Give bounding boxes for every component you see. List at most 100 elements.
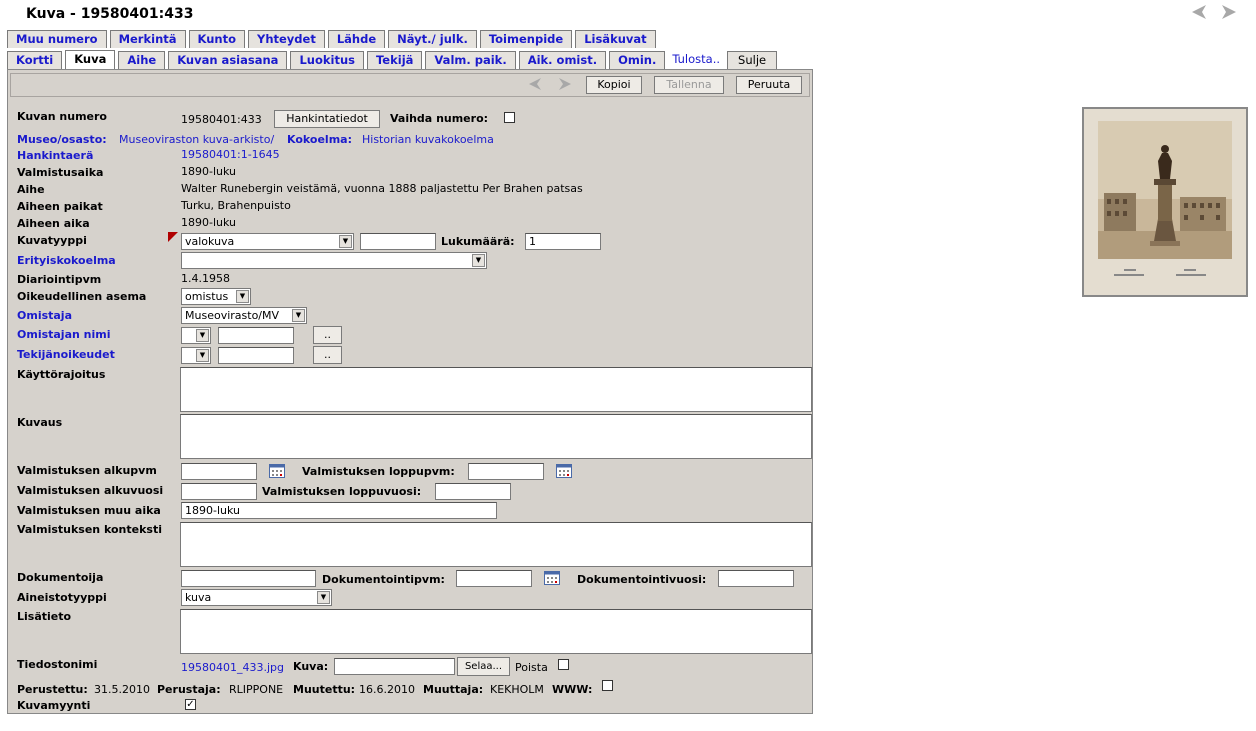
end-date-label: Valmistuksen loppupvm: (302, 465, 455, 478)
created-value: 31.5.2010 (94, 683, 150, 696)
chevron-down-icon: ▼ (196, 349, 209, 362)
print-link[interactable]: Tulosta.. (668, 51, 724, 68)
copyright-lookup-button[interactable]: .. (313, 346, 342, 364)
calendar-icon[interactable] (556, 464, 572, 478)
owner-name-label: Omistajan nimi (17, 328, 111, 341)
tab-kortti[interactable]: Kortti (7, 51, 63, 69)
tab-muu-numero[interactable]: Muu numero (7, 30, 107, 48)
additional-info-label: Lisätieto (17, 610, 72, 623)
cancel-button[interactable]: Peruuta (736, 76, 802, 94)
calendar-icon[interactable] (544, 571, 560, 585)
tab-yhteydet[interactable]: Yhteydet (248, 30, 325, 48)
special-collection-select[interactable]: ▼ (181, 252, 487, 269)
prev-arrow-icon[interactable] (527, 77, 543, 91)
usage-restriction-textarea[interactable] (180, 367, 812, 412)
collection-label: Kokoelma: (287, 133, 352, 146)
file-name-link[interactable]: 19580401_433.jpg (181, 661, 284, 674)
documentation-year-input[interactable] (718, 570, 794, 587)
owner-name-input[interactable] (218, 327, 294, 344)
acquisition-batch-label: Hankintaerä (17, 149, 94, 162)
delete-label: Poista (515, 661, 548, 674)
creation-time-label: Valmistusaika (17, 166, 104, 179)
owner-label: Omistaja (17, 309, 73, 322)
image-type-extra-input[interactable] (360, 233, 436, 250)
image-type-select[interactable]: valokuva ▼ (181, 233, 354, 250)
museum-link[interactable]: Museoviraston kuva-arkisto/ (119, 133, 274, 146)
copyright-label: Tekijänoikeudet (17, 348, 115, 361)
quantity-input[interactable]: 1 (525, 233, 601, 250)
tab-tekija[interactable]: Tekijä (366, 51, 423, 69)
start-year-label: Valmistuksen alkuvuosi (17, 484, 164, 497)
required-marker (168, 232, 178, 242)
subject-places-label: Aiheen paikat (17, 200, 103, 213)
created-label: Perustettu: (17, 683, 88, 696)
start-date-input[interactable] (181, 463, 257, 480)
museum-label: Museo/osasto: (17, 133, 107, 146)
creator-label: Perustaja: (157, 683, 221, 696)
subject-label: Aihe (17, 183, 45, 196)
image-upload-input[interactable] (334, 658, 455, 675)
additional-info-textarea[interactable] (180, 609, 812, 654)
tab-nayt-julk[interactable]: Näyt./ julk. (388, 30, 477, 48)
owner-name-lookup-button[interactable]: .. (313, 326, 342, 344)
save-button[interactable]: Tallenna (654, 76, 724, 94)
modifier-label: Muuttaja: (423, 683, 484, 696)
delete-checkbox[interactable] (558, 659, 569, 670)
copy-button[interactable]: Kopioi (586, 76, 642, 94)
other-time-input[interactable]: 1890-luku (181, 502, 497, 519)
usage-restriction-label: Käyttörajoitus (17, 368, 106, 381)
owner-select[interactable]: Museovirasto/MV ▼ (181, 307, 307, 324)
documentation-date-input[interactable] (456, 570, 532, 587)
tab-lahde[interactable]: Lähde (327, 30, 386, 48)
tab-lisakuvat[interactable]: Lisäkuvat (575, 30, 656, 48)
chevron-down-icon: ▼ (196, 329, 209, 342)
tab-kuva[interactable]: Kuva (65, 50, 116, 71)
tab-kuvan-asiasana[interactable]: Kuvan asiasana (168, 51, 288, 69)
modifier-value: KEKHOLM (490, 683, 544, 696)
image-sale-checkbox[interactable]: ✓ (185, 699, 196, 710)
change-number-checkbox[interactable] (504, 112, 515, 123)
statue-photo-image (1084, 109, 1246, 295)
tab-luokitus[interactable]: Luokitus (290, 51, 364, 69)
creator-value: RLIPPONE (229, 683, 284, 696)
end-year-input[interactable] (435, 483, 511, 500)
context-textarea[interactable] (180, 522, 812, 567)
tab-kunto[interactable]: Kunto (188, 30, 245, 48)
acquisition-info-button[interactable]: Hankintatiedot (274, 110, 380, 128)
subject-time-label: Aiheen aika (17, 217, 90, 230)
registration-date-value: 1.4.1958 (181, 272, 230, 285)
browse-button[interactable]: Selaa... (457, 657, 510, 676)
image-thumbnail[interactable] (1082, 107, 1248, 297)
documenter-input[interactable] (181, 570, 316, 587)
end-year-label: Valmistuksen loppuvuosi: (262, 485, 422, 498)
collection-link[interactable]: Historian kuvakokoelma (362, 133, 494, 146)
tab-omin[interactable]: Omin. (609, 51, 666, 69)
owner-name-select[interactable]: ▼ (181, 327, 211, 344)
next-arrow-icon[interactable] (557, 77, 573, 91)
copyright-input[interactable] (218, 347, 294, 364)
change-number-label: Vaihda numero: (390, 112, 489, 125)
tab-aihe[interactable]: Aihe (118, 51, 166, 69)
close-button[interactable]: Sulje (727, 51, 778, 69)
description-textarea[interactable] (180, 414, 812, 459)
chevron-down-icon: ▼ (236, 290, 249, 303)
tab-toimenpide[interactable]: Toimenpide (479, 30, 573, 48)
calendar-icon[interactable] (269, 464, 285, 478)
creation-time-value: 1890-luku (181, 165, 236, 178)
tab-aik-omist[interactable]: Aik. omist. (518, 51, 607, 69)
end-date-input[interactable] (468, 463, 544, 480)
copyright-select[interactable]: ▼ (181, 347, 211, 364)
material-type-select[interactable]: kuva ▼ (181, 589, 332, 606)
tab-merkinta[interactable]: Merkintä (109, 30, 186, 48)
toolbar: Kopioi Tallenna Peruuta (10, 73, 810, 97)
www-checkbox[interactable] (602, 680, 613, 691)
legal-status-select[interactable]: omistus ▼ (181, 288, 251, 305)
legal-status-value: omistus (185, 290, 229, 303)
acquisition-batch-link[interactable]: 19580401:1-1645 (181, 148, 280, 161)
image-upload-label: Kuva: (293, 660, 329, 673)
next-record-icon[interactable] (1220, 4, 1238, 20)
start-date-label: Valmistuksen alkupvm (17, 464, 157, 477)
tab-valm-paik[interactable]: Valm. paik. (425, 51, 516, 69)
start-year-input[interactable] (181, 483, 257, 500)
previous-record-icon[interactable] (1190, 4, 1208, 20)
